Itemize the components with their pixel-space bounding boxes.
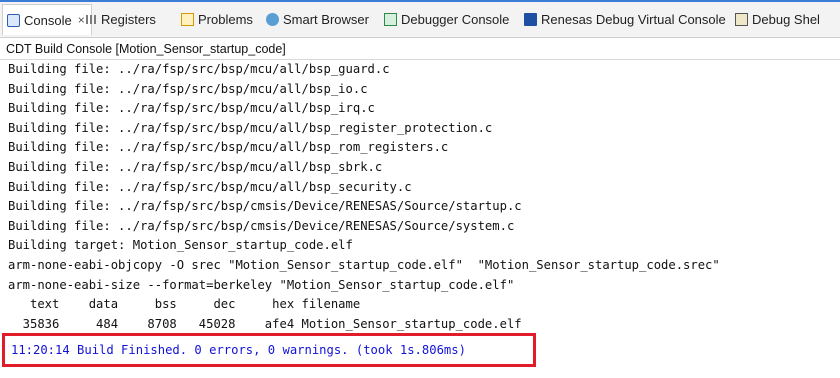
tab-smart-browser[interactable]: Smart Browser bbox=[266, 4, 369, 34]
tab-debugger-console-label: Debugger Console bbox=[401, 11, 510, 27]
smart-browser-icon bbox=[266, 12, 279, 26]
tab-registers-label: Registers bbox=[101, 11, 156, 27]
console-icon bbox=[7, 13, 20, 27]
console-line: Building file: ../ra/fsp/src/bsp/cmsis/D… bbox=[8, 199, 522, 214]
active-view-indicator bbox=[0, 0, 840, 2]
tab-debugger-console[interactable]: Debugger Console bbox=[384, 4, 509, 34]
console-line: Building file: ../ra/fsp/src/bsp/mcu/all… bbox=[8, 159, 383, 174]
console-line: Building file: ../ra/fsp/src/bsp/mcu/all… bbox=[8, 140, 449, 155]
console-line: Building file: ../ra/fsp/src/bsp/mcu/all… bbox=[8, 62, 390, 76]
virtual-console-icon bbox=[524, 12, 537, 26]
tab-problems[interactable]: Problems bbox=[181, 4, 253, 34]
console-line: Building file: ../ra/fsp/src/bsp/mcu/all… bbox=[8, 81, 368, 96]
size-table-header: text data bss dec hex filename bbox=[8, 297, 361, 312]
problems-icon bbox=[181, 12, 194, 26]
console-title: CDT Build Console [Motion_Sensor_startup… bbox=[0, 38, 840, 60]
console-line: arm-none-eabi-size --format=berkeley "Mo… bbox=[8, 277, 515, 292]
tab-debug-shell[interactable]: Debug Shel bbox=[735, 4, 820, 34]
tab-virtual-console-label: Renesas Debug Virtual Console bbox=[541, 11, 726, 27]
debug-shell-icon bbox=[735, 12, 748, 26]
tab-registers[interactable]: Registers bbox=[84, 4, 156, 34]
console-line: Building file: ../ra/fsp/src/bsp/mcu/all… bbox=[8, 120, 493, 135]
console-line: Building file: ../ra/fsp/src/bsp/mcu/all… bbox=[8, 179, 412, 194]
registers-icon bbox=[84, 12, 97, 26]
tab-smart-browser-label: Smart Browser bbox=[283, 11, 369, 27]
console-output[interactable]: Building file: ../ra/fsp/src/bsp/mcu/all… bbox=[8, 60, 840, 334]
tab-renesas-debug-virtual-console[interactable]: Renesas Debug Virtual Console bbox=[524, 4, 726, 34]
console-line: arm-none-eabi-objcopy -O srec "Motion_Se… bbox=[8, 257, 720, 272]
tab-console-label: Console bbox=[24, 12, 72, 28]
console-line: Building target: Motion_Sensor_startup_c… bbox=[8, 238, 353, 253]
tab-console[interactable]: Console × bbox=[2, 4, 92, 35]
console-line: Building file: ../ra/fsp/src/bsp/cmsis/D… bbox=[8, 218, 515, 233]
size-table-row: 35836 484 8708 45028 afe4 Motion_Sensor_… bbox=[8, 316, 522, 331]
tab-debug-shell-label: Debug Shel bbox=[752, 11, 820, 27]
build-finished-message: 11:20:14 Build Finished. 0 errors, 0 war… bbox=[11, 343, 466, 357]
console-line: Building file: ../ra/fsp/src/bsp/mcu/all… bbox=[8, 101, 375, 116]
view-tab-bar: Console × Registers Problems Smart Brows… bbox=[0, 0, 840, 38]
build-finished-highlight: 11:20:14 Build Finished. 0 errors, 0 war… bbox=[2, 333, 536, 367]
debugger-console-icon bbox=[384, 12, 397, 26]
tab-problems-label: Problems bbox=[198, 11, 253, 27]
